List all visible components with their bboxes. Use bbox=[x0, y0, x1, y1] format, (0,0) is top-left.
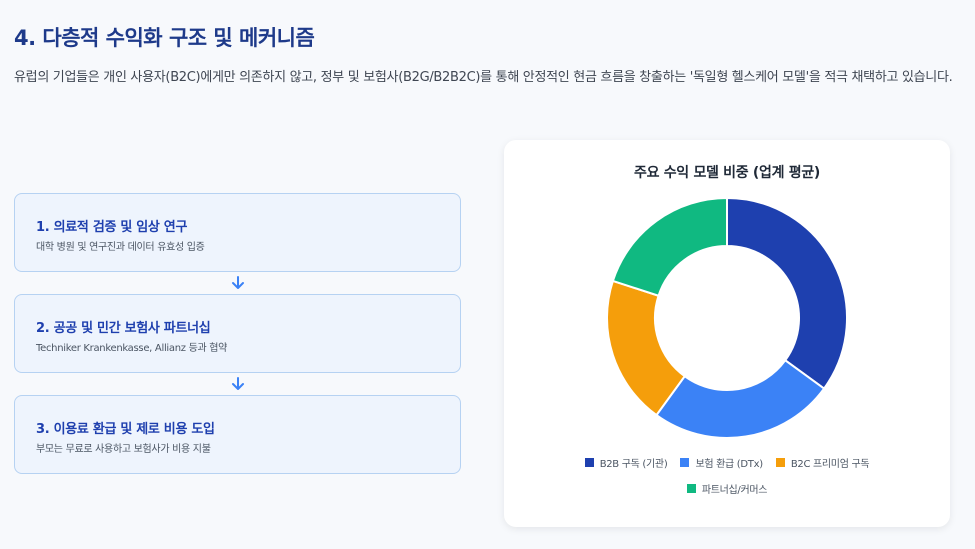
step-card-1: 1. 의료적 검증 및 임상 연구 대학 병원 및 연구진과 데이터 유효성 입… bbox=[14, 193, 461, 272]
legend-item: 파트너십/커머스 bbox=[686, 481, 768, 496]
legend-label: 보험 환급 (DTx) bbox=[695, 459, 763, 470]
legend-item: 보험 환급 (DTx) bbox=[680, 455, 763, 470]
legend-label: 파트너십/커머스 bbox=[701, 485, 768, 496]
legend-swatch bbox=[775, 458, 785, 467]
arrow-down-icon bbox=[14, 272, 461, 294]
step-title: 2. 공공 및 민간 보험사 파트너십 bbox=[36, 321, 211, 336]
chart-title: 주요 수익 모델 비중 (업계 평균) bbox=[633, 165, 821, 181]
legend-swatch bbox=[680, 458, 690, 467]
chart-legend: B2B 구독 (기관) 보험 환급 (DTx) B2C 프리미엄 구독파트너십/커머… bbox=[544, 455, 910, 496]
legend-label: B2C 프리미엄 구독 bbox=[790, 459, 870, 470]
step-card-3: 3. 이용료 환급 및 제로 비용 도입 부모는 무료로 사용하고 보험사가 비… bbox=[14, 395, 461, 474]
arrow-down-icon bbox=[14, 373, 461, 395]
legend-item: B2C 프리미엄 구독 bbox=[775, 455, 870, 470]
donut-chart bbox=[607, 198, 847, 438]
step-title: 1. 의료적 검증 및 임상 연구 bbox=[36, 220, 188, 235]
section-title: 4. 다층적 수익화 구조 및 메커니즘 bbox=[14, 26, 315, 50]
donut-slice bbox=[655, 358, 826, 438]
step-description: Techniker Krankenkasse, Allianz 등과 협약 bbox=[36, 343, 228, 354]
legend-label: B2B 구독 (기관) bbox=[599, 459, 668, 470]
chart-card: 주요 수익 모델 비중 (업계 평균) B2B 구독 (기관) 보험 환급 (DT… bbox=[504, 140, 950, 527]
process-steps: 1. 의료적 검증 및 임상 연구 대학 병원 및 연구진과 데이터 유효성 입… bbox=[14, 193, 461, 474]
step-card-2: 2. 공공 및 민간 보험사 파트너십 Techniker Krankenkas… bbox=[14, 294, 461, 373]
step-title: 3. 이용료 환급 및 제로 비용 도입 bbox=[36, 422, 215, 437]
section-intro: 유럽의 기업들은 개인 사용자(B2C)에게만 의존하지 않고, 정부 및 보험… bbox=[14, 70, 953, 85]
donut-slice bbox=[726, 198, 847, 390]
donut-slice bbox=[611, 198, 728, 298]
step-description: 부모는 무료로 사용하고 보험사가 비용 지불 bbox=[36, 444, 211, 455]
step-description: 대학 병원 및 연구진과 데이터 유효성 입증 bbox=[36, 242, 205, 253]
legend-item: B2B 구독 (기관) bbox=[584, 455, 668, 470]
legend-swatch bbox=[584, 458, 594, 467]
legend-swatch bbox=[686, 484, 696, 493]
